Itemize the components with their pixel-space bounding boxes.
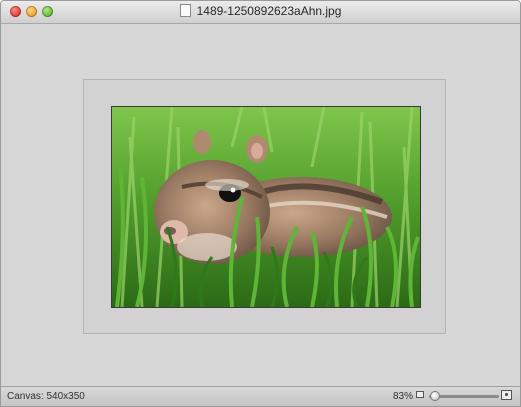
zoom-level: 83% (392, 391, 413, 402)
status-bar: Canvas: 540x350 83% (1, 386, 520, 406)
toolbar-toggle-icon[interactable] (502, 6, 514, 18)
window-title: 1489-1250892623aAhn.jpg (1, 4, 520, 18)
zoom-slider[interactable] (429, 391, 499, 401)
window-title-text: 1489-1250892623aAhn.jpg (196, 4, 342, 18)
zoom-slider-knob[interactable] (429, 391, 440, 401)
zoom-in-icon[interactable] (501, 390, 512, 400)
canvas-frame (83, 79, 446, 334)
title-bar[interactable]: 1489-1250892623aAhn.jpg (1, 1, 520, 24)
chipmunk-in-grass-image (112, 107, 420, 307)
zoom-out-icon[interactable] (416, 391, 424, 398)
chipmunk-photo[interactable] (111, 106, 421, 308)
document-icon (179, 4, 191, 17)
image-viewer-window: 1489-1250892623aAhn.jpg Canvas: 540x350 … (0, 0, 521, 407)
canvas-area (1, 24, 520, 387)
canvas-size-label: Canvas: 540x350 (7, 391, 85, 402)
